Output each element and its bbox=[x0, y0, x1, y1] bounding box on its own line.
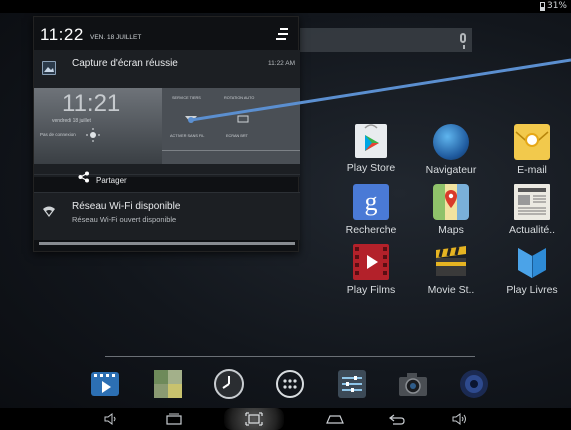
app-label: Play Films bbox=[346, 284, 396, 296]
app-label: Maps bbox=[438, 224, 464, 236]
thumbnail-quick-settings: SERVICE TIERS ROTATION AUTO ACTIVER SANS… bbox=[162, 88, 300, 164]
wifi-icon bbox=[185, 116, 197, 123]
recent-apps-button[interactable] bbox=[162, 411, 186, 427]
play-store-icon bbox=[355, 124, 387, 158]
back-button[interactable] bbox=[385, 411, 409, 427]
app-label: Recherche bbox=[345, 224, 397, 236]
volume-down-button[interactable] bbox=[99, 411, 123, 427]
notification-time: 11:22 AM bbox=[268, 60, 295, 67]
image-icon bbox=[42, 61, 56, 75]
app-actualites[interactable]: Actualité.. bbox=[496, 184, 568, 236]
app-label: E-mail bbox=[517, 164, 547, 176]
gallery-icon bbox=[154, 370, 182, 398]
share-button[interactable]: Partager bbox=[96, 176, 127, 185]
clock-icon bbox=[214, 369, 244, 399]
notification-panel[interactable]: 11:22 VEN. 18 JUILLET Capture d'écran ré… bbox=[33, 16, 300, 252]
home-screen: 31% Play Store Navigateur E-mail g Reche… bbox=[0, 0, 571, 430]
notification-title: Réseau Wi-Fi disponible bbox=[72, 201, 181, 212]
microphone-icon[interactable] bbox=[460, 33, 466, 49]
thumbnail-label: ROTATION AUTO bbox=[224, 96, 255, 100]
maps-icon bbox=[433, 184, 469, 220]
clapper-icon bbox=[433, 244, 469, 280]
app-label: Movie St.. bbox=[427, 284, 475, 296]
dock-music[interactable] bbox=[458, 368, 490, 400]
app-play-livres[interactable]: Play Livres bbox=[496, 244, 568, 296]
notification-screenshot[interactable]: Capture d'écran réussie 11:22 AM 11:21 v… bbox=[34, 50, 300, 177]
search-bar[interactable] bbox=[300, 28, 472, 52]
app-play-store[interactable]: Play Store bbox=[335, 124, 407, 174]
thumbnail-weather: Pas de connexion bbox=[40, 132, 76, 137]
home-icon bbox=[325, 415, 344, 424]
volume-down-icon bbox=[104, 413, 116, 425]
app-label: Play Livres bbox=[506, 284, 558, 296]
status-bar[interactable]: 31% bbox=[0, 0, 571, 13]
weather-icon bbox=[86, 128, 120, 142]
google-search-icon: g bbox=[353, 184, 389, 220]
navigation-bar bbox=[0, 408, 571, 430]
globe-icon bbox=[433, 124, 469, 160]
panel-drag-handle[interactable] bbox=[39, 242, 295, 245]
notification-title: Capture d'écran réussie bbox=[72, 58, 178, 69]
music-icon bbox=[460, 370, 488, 398]
dock-gallery[interactable] bbox=[152, 368, 184, 400]
app-maps[interactable]: Maps bbox=[415, 184, 487, 236]
recent-apps-icon bbox=[166, 413, 182, 425]
screenshot-button[interactable] bbox=[224, 408, 285, 430]
dock-camera[interactable] bbox=[397, 368, 429, 400]
thumbnail-label: ECRAN BRT bbox=[226, 134, 248, 138]
book-icon bbox=[514, 244, 550, 280]
back-icon bbox=[389, 414, 405, 425]
divider bbox=[34, 174, 300, 175]
dock-divider bbox=[105, 356, 475, 357]
dock-app-drawer[interactable] bbox=[274, 368, 306, 400]
thumbnail-label: SERVICE TIERS bbox=[172, 96, 201, 100]
volume-up-icon bbox=[452, 413, 466, 425]
video-player-icon bbox=[91, 372, 119, 396]
app-play-films[interactable]: Play Films bbox=[335, 244, 407, 296]
app-label: Navigateur bbox=[425, 164, 477, 176]
share-icon[interactable] bbox=[78, 171, 90, 183]
wifi-icon bbox=[43, 206, 55, 217]
app-label: Actualité.. bbox=[508, 224, 556, 236]
app-label: Play Store bbox=[346, 162, 396, 174]
thumbnail-clock: 11:21 bbox=[62, 90, 121, 117]
dock-clock[interactable] bbox=[213, 368, 245, 400]
home-button[interactable] bbox=[323, 411, 347, 427]
battery-indicator: 31% bbox=[539, 1, 567, 11]
news-icon bbox=[514, 184, 550, 220]
battery-level: 31% bbox=[546, 1, 567, 11]
notification-wifi[interactable]: Réseau Wi-Fi disponible Réseau Wi-Fi ouv… bbox=[34, 192, 300, 240]
dock-video-player[interactable] bbox=[89, 368, 121, 400]
thumbnail-label: ACTIVER SANS FIL bbox=[170, 134, 205, 138]
screenshot-thumbnail[interactable]: 11:21 vendredi 18 juillet Pas de connexi… bbox=[34, 88, 300, 164]
thumbnail-lockscreen: 11:21 vendredi 18 juillet Pas de connexi… bbox=[34, 88, 162, 164]
camera-icon bbox=[399, 373, 427, 396]
app-email[interactable]: E-mail bbox=[496, 124, 568, 176]
app-recherche[interactable]: g Recherche bbox=[335, 184, 407, 236]
volume-up-button[interactable] bbox=[448, 411, 472, 427]
quick-settings-icon[interactable] bbox=[276, 27, 288, 41]
battery-icon bbox=[539, 1, 545, 11]
settings-icon bbox=[338, 370, 366, 398]
email-icon bbox=[514, 124, 550, 160]
film-icon bbox=[353, 244, 389, 280]
screenshot-icon bbox=[245, 412, 263, 426]
app-drawer-icon bbox=[276, 370, 304, 398]
app-navigateur[interactable]: Navigateur bbox=[415, 124, 487, 176]
thumbnail-date: vendredi 18 juillet bbox=[52, 118, 91, 124]
dock-settings[interactable] bbox=[336, 368, 368, 400]
panel-clock: 11:22 bbox=[40, 25, 84, 44]
notification-subtitle: Réseau Wi-Fi ouvert disponible bbox=[72, 215, 177, 224]
rotation-icon bbox=[237, 115, 249, 123]
app-movie-studio[interactable]: Movie St.. bbox=[415, 244, 487, 296]
panel-date: VEN. 18 JUILLET bbox=[90, 34, 142, 41]
